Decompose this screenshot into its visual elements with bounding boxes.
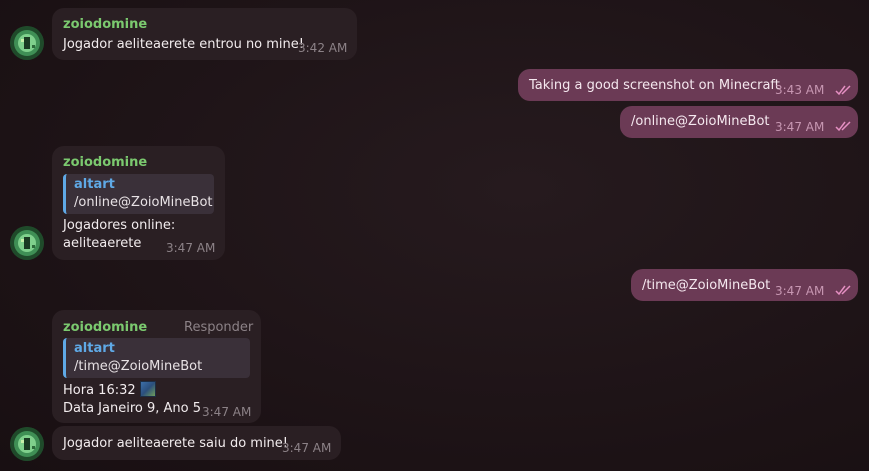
ender-eye-avatar-icon — [10, 427, 44, 461]
reply-button[interactable]: Responder — [184, 320, 253, 335]
hour-text: Hora 16:32 — [63, 383, 136, 398]
avatar[interactable] — [10, 26, 44, 60]
message-bubble-outgoing[interactable]: /time@ZoioMineBot 3:47 AM — [631, 269, 858, 301]
message-text: Jogador aeliteaerete saiu do mine! — [63, 436, 289, 451]
reply-quote[interactable]: altart /time@ZoioMineBot — [63, 338, 250, 378]
read-double-check-icon — [835, 121, 851, 132]
sender-name[interactable]: zoiodomine — [63, 17, 147, 32]
message-time: 3:47 AM — [202, 405, 252, 419]
reply-text: /time@ZoioMineBot — [74, 359, 203, 374]
message-text: Taking a good screenshot on Minecraft — [529, 78, 780, 93]
message-time: 3:47 AM — [166, 241, 216, 255]
message-bubble-incoming[interactable]: zoiodomine Jogador aeliteaerete entrou n… — [52, 8, 357, 60]
message-bubble-outgoing[interactable]: Taking a good screenshot on Minecraft 3:… — [518, 69, 858, 101]
reply-author: altart — [74, 177, 115, 192]
message-time: 3:47 AM — [775, 120, 825, 134]
message-text-line: aeliteaerete — [63, 236, 142, 251]
clock-item-icon — [139, 381, 156, 397]
message-time: 3:47 AM — [775, 284, 825, 298]
message-text: Jogador aeliteaerete entrou no mine! — [63, 37, 304, 52]
read-double-check-icon — [835, 285, 851, 296]
message-text-line: Hora 16:32 — [63, 381, 156, 398]
read-double-check-icon — [835, 85, 851, 96]
ender-eye-avatar-icon — [10, 26, 44, 60]
avatar[interactable] — [10, 226, 44, 260]
message-bubble-incoming[interactable]: zoiodomine altart /online@ZoioMineBot Jo… — [52, 146, 225, 260]
message-time: 3:43 AM — [775, 83, 825, 97]
reply-text: /online@ZoioMineBot — [74, 195, 213, 210]
reply-quote[interactable]: altart /online@ZoioMineBot — [63, 174, 214, 214]
message-text: /online@ZoioMineBot — [631, 114, 770, 129]
reply-author: altart — [74, 341, 115, 356]
message-time: 3:47 AM — [282, 441, 332, 455]
message-bubble-incoming[interactable]: Jogador aeliteaerete saiu do mine! 3:47 … — [52, 426, 341, 460]
message-bubble-incoming[interactable]: zoiodomine Responder altart /time@ZoioMi… — [52, 310, 261, 423]
message-text-line: Jogadores online: — [63, 218, 176, 233]
message-time: 3:42 AM — [298, 41, 348, 55]
avatar[interactable] — [10, 427, 44, 461]
sender-name[interactable]: zoiodomine — [63, 320, 147, 335]
message-bubble-outgoing[interactable]: /online@ZoioMineBot 3:47 AM — [620, 106, 858, 138]
sender-name[interactable]: zoiodomine — [63, 155, 147, 170]
message-text-line: Data Janeiro 9, Ano 5 — [63, 401, 201, 416]
ender-eye-avatar-icon — [10, 226, 44, 260]
chat-history: zoiodomine Jogador aeliteaerete entrou n… — [0, 0, 869, 471]
message-text: /time@ZoioMineBot — [642, 278, 771, 293]
